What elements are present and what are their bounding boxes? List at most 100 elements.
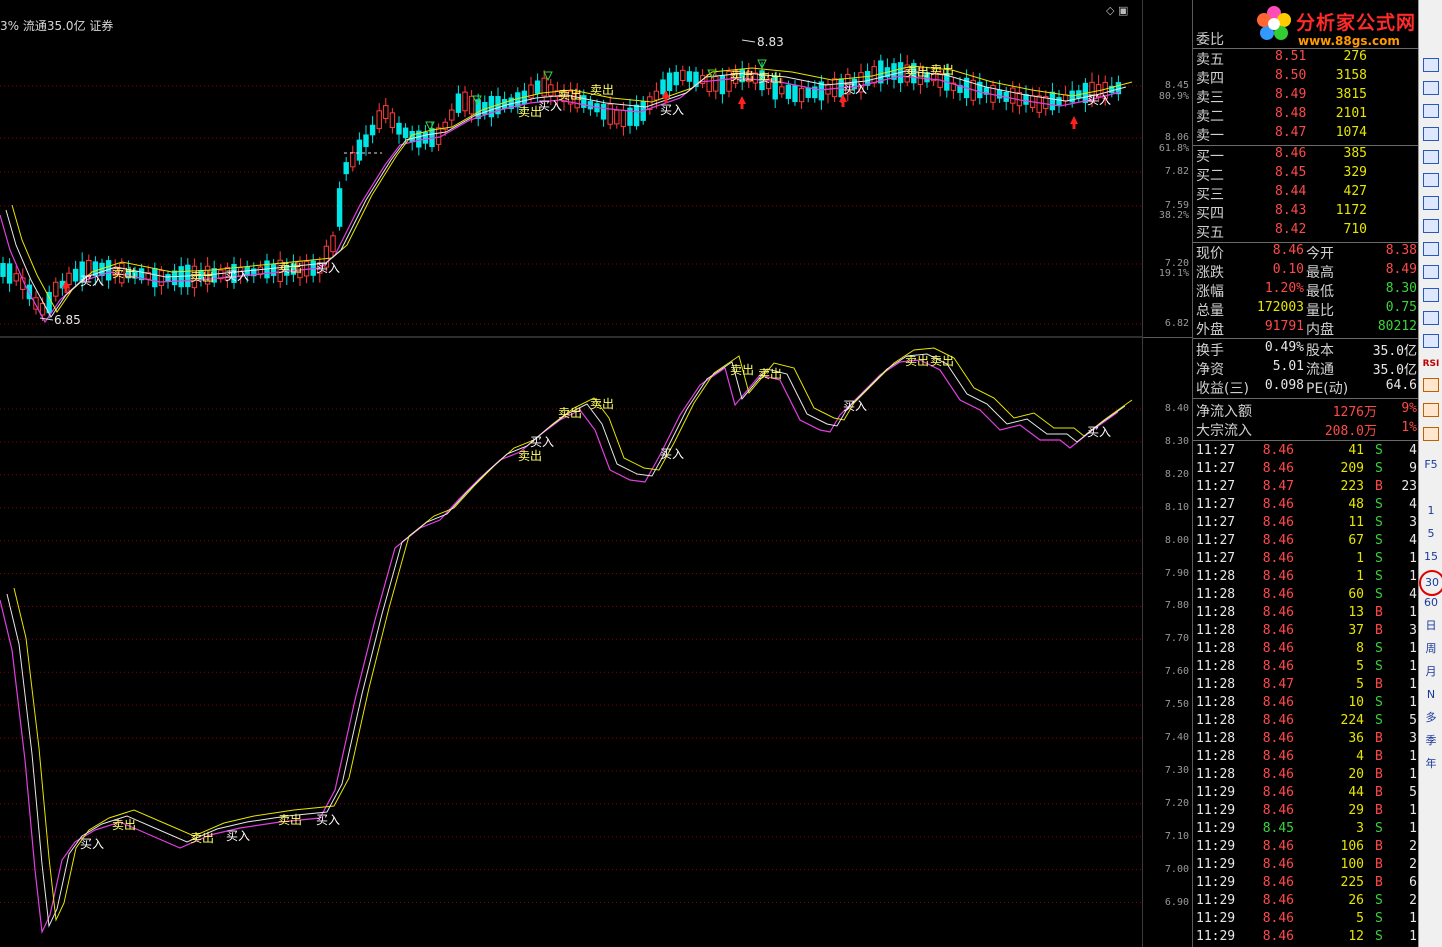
axis-percent-label: 19.1% (1158, 268, 1189, 279)
table-icon[interactable] (1423, 173, 1439, 187)
period-button-15[interactable]: 15 (1421, 548, 1441, 566)
period-button-60[interactable]: 60 (1421, 594, 1441, 612)
diamond-icon[interactable]: ◇ (1106, 4, 1114, 17)
flow-value: 208.0万 (1324, 424, 1377, 439)
tick-time: 11:28 (1196, 569, 1236, 584)
candle-body (798, 87, 805, 103)
pencil-icon[interactable] (1423, 427, 1439, 441)
sell-signal-label: 卖出 (518, 105, 542, 119)
stat-value: 64.6 (1385, 378, 1417, 393)
sell-signal-label: 卖出 (190, 831, 214, 845)
period-button-日[interactable]: 日 (1421, 617, 1441, 635)
stat-value: 0.49% (1264, 340, 1304, 355)
tick-count: 23 (1401, 479, 1417, 494)
period-button-30[interactable]: 30 (1419, 570, 1442, 596)
tick-price: 8.46 (1262, 533, 1294, 548)
axis-percent-label: 80.9% (1158, 91, 1189, 102)
tick-row: 11:28 8.47 5 B 1 (1193, 677, 1419, 695)
candle-body (1049, 91, 1056, 111)
restore-icon[interactable]: ▣ (1118, 4, 1128, 17)
trend-icon[interactable] (1423, 127, 1439, 141)
tick-count: 4 (1409, 587, 1417, 602)
stat-value: 8.46 (1272, 243, 1304, 258)
axis-price-label: 7.90 (1164, 567, 1189, 579)
settings-icon[interactable] (1423, 311, 1439, 325)
ask-label: 卖二 (1196, 109, 1224, 125)
stat-value: 8.38 (1385, 243, 1417, 258)
tick-side: S (1375, 497, 1383, 512)
buy-signal-label: 买入 (660, 447, 684, 461)
sell-signal-label: 卖出 (758, 71, 782, 85)
tick-price: 8.46 (1262, 767, 1294, 782)
bid-volume: 329 (1343, 165, 1367, 180)
tick-side: B (1375, 605, 1383, 620)
f12-icon[interactable] (1423, 265, 1439, 279)
tick-side: S (1375, 893, 1383, 908)
stat-label: 涨跌 (1196, 265, 1224, 281)
candle-body (13, 273, 19, 282)
list-icon[interactable] (1423, 104, 1439, 118)
period-button-月[interactable]: 月 (1421, 663, 1441, 681)
lower-signal-line (0, 359, 1119, 935)
candle-body (66, 272, 72, 286)
money-icon[interactable] (1423, 378, 1439, 392)
tick-price: 8.46 (1262, 731, 1294, 746)
window-controls[interactable]: ◇ ▣ (1106, 4, 1128, 17)
logo-url: www.88gs.com (1298, 34, 1400, 48)
period-button-年[interactable]: 年 (1421, 755, 1441, 773)
stat-label: 外盘 (1196, 322, 1224, 338)
flower-logo-icon (1257, 6, 1291, 40)
kline-chart[interactable]: 8.836.85买入买入买入买入买入买入买入买入买入买入买入买入买入买入卖出 卖出… (0, 0, 1142, 947)
candle-body (713, 76, 719, 92)
tick-volume: 106 (1340, 839, 1364, 854)
tick-price: 8.46 (1262, 713, 1294, 728)
axis-price-label: 7.20 (1164, 797, 1189, 809)
tick-row: 11:28 8.46 224 S 5 (1193, 713, 1419, 731)
move-icon[interactable] (1423, 403, 1439, 417)
calc-icon[interactable] (1423, 288, 1439, 302)
tick-row: 11:29 8.46 106 B 2 (1193, 839, 1419, 857)
candle-body (805, 87, 811, 98)
period-button-季[interactable]: 季 (1421, 732, 1441, 750)
period-button-周[interactable]: 周 (1421, 640, 1441, 658)
tick-time: 11:27 (1196, 497, 1236, 512)
curve-icon[interactable] (1423, 334, 1439, 348)
f10-icon[interactable] (1423, 196, 1439, 210)
ask-volume: 3158 (1335, 68, 1367, 83)
stat-label: PE(动) (1306, 381, 1349, 397)
report-icon[interactable] (1423, 81, 1439, 95)
candle-body (376, 110, 382, 130)
period-button-5[interactable]: 5 (1421, 525, 1441, 543)
tick-row: 11:27 8.46 209 S 9 (1193, 461, 1419, 479)
candle-icon[interactable] (1423, 150, 1439, 164)
tick-time: 11:27 (1196, 533, 1236, 548)
period-button-1[interactable]: 1 (1421, 502, 1441, 520)
tick-side: B (1375, 623, 1383, 638)
tick-side: S (1375, 533, 1383, 548)
tick-volume: 5 (1356, 911, 1364, 926)
logo: 分析家公式网 www.88gs.com (1240, 2, 1440, 50)
tick-side: B (1375, 875, 1383, 890)
tick-side: S (1375, 695, 1383, 710)
period-button-N[interactable]: N (1421, 686, 1441, 704)
up-arrow-icon (738, 96, 746, 104)
tick-side: B (1375, 677, 1383, 692)
period-button-多[interactable]: 多 (1421, 709, 1441, 727)
tick-time: 11:29 (1196, 911, 1236, 926)
sell-signal-label: 卖出 (518, 449, 542, 463)
period-button-RSI[interactable]: RSI (1421, 355, 1441, 373)
tick-time: 11:29 (1196, 857, 1236, 872)
tick-time: 11:29 (1196, 803, 1236, 818)
flow-percent: 9% (1401, 401, 1417, 416)
chart-area[interactable]: 8.83 6.85 买入 买入 买入 买入 买入 买入 买入 买入 买入 买入 买入 买入 买入 买入 卖出 卖出… (0, 0, 1142, 947)
ask-price: 8.49 (1275, 87, 1307, 102)
axis-price-label: 7.60 (1164, 666, 1189, 678)
flow-label: 大宗流入 (1196, 423, 1252, 439)
candle-body (468, 95, 475, 115)
stock-icon[interactable] (1423, 242, 1439, 256)
period-button-F5[interactable]: F5 (1421, 456, 1441, 474)
tick-row: 11:28 8.46 37 B 3 (1193, 623, 1419, 641)
candle-body (1036, 95, 1042, 113)
diamond-icon[interactable] (1423, 58, 1439, 72)
finance-icon[interactable] (1423, 219, 1439, 233)
